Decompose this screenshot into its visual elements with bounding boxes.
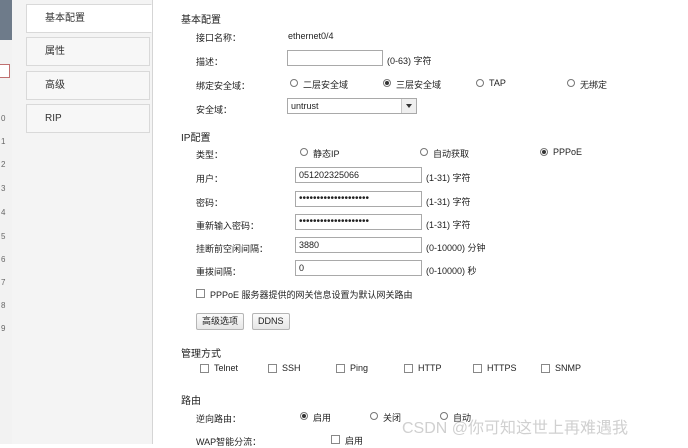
pppoe-password-confirm-input[interactable]: •••••••••••••••••••• (295, 214, 422, 230)
radio-layer2-zone[interactable] (290, 79, 298, 87)
radio-pppoe-label: PPPoE (553, 147, 583, 157)
section-title-route: 路由 (181, 396, 201, 407)
radio-reverse-route-off-label: 关闭 (383, 413, 402, 423)
radio-layer2-zone-label: 二层安全域 (303, 80, 349, 90)
gutter-top-bar (0, 0, 12, 40)
radio-layer3-zone-label: 三层安全域 (396, 80, 442, 90)
radio-tap-label: TAP (489, 78, 506, 88)
security-zone-select[interactable]: untrust (287, 98, 417, 114)
pppoe-user-label: 用户： (196, 174, 224, 184)
default-route-label: PPPoE 服务器提供的网关信息设置为默认网关路由 (210, 290, 413, 300)
idle-interval-label: 挂断前空闲间隔： (196, 244, 269, 254)
radio-layer3-zone[interactable] (383, 79, 391, 87)
redial-interval-hint: (0-10000) 秒 (426, 266, 477, 276)
pppoe-password-input[interactable]: •••••••••••••••••••• (295, 191, 422, 207)
radio-reverse-route-enable-label: 启用 (313, 413, 332, 423)
line-number: 2 (1, 160, 6, 169)
line-number: 4 (1, 208, 6, 217)
section-title-management: 管理方式 (181, 349, 221, 360)
sidebar-item-rip[interactable]: RIP (26, 104, 150, 133)
reverse-route-label: 逆向路由： (196, 414, 242, 424)
pppoe-password-confirm-hint: (1-31) 字符 (426, 220, 471, 230)
ip-type-label: 类型： (196, 150, 224, 160)
radio-no-binding-label: 无绑定 (580, 80, 608, 90)
mgmt-ssh-checkbox[interactable] (268, 364, 277, 373)
mgmt-https-checkbox[interactable] (473, 364, 482, 373)
wap-split-checkbox[interactable] (331, 435, 340, 444)
interface-name-value: ethernet0/4 (288, 31, 334, 41)
mgmt-http-checkbox[interactable] (404, 364, 413, 373)
zone-binding-label: 绑定安全域： (196, 81, 251, 91)
security-zone-value: untrust (291, 101, 319, 111)
radio-dhcp[interactable] (420, 148, 428, 156)
line-number: 1 (1, 137, 6, 146)
watermark-text: CSDN @你可知这世上再难遇我 (402, 420, 629, 437)
sidebar-item-properties[interactable]: 属性 (26, 37, 150, 66)
radio-tap[interactable] (476, 79, 484, 87)
section-title-ip: IP配置 (181, 133, 211, 144)
mgmt-telnet-label: Telnet (214, 363, 239, 373)
line-number: 3 (1, 184, 6, 193)
section-title-basic: 基本配置 (181, 15, 221, 26)
line-number: 9 (1, 324, 6, 333)
interface-name-label: 接口名称： (196, 33, 242, 43)
advanced-options-button[interactable]: 高级选项 (196, 313, 245, 330)
redial-interval-label: 重拨间隔： (196, 267, 242, 277)
pppoe-password-confirm-label: 重新输入密码： (196, 221, 260, 231)
description-input[interactable] (287, 50, 383, 66)
mgmt-https-label: HTTPS (487, 363, 517, 373)
radio-static-ip-label: 静态IP (313, 149, 340, 159)
security-zone-label: 安全域： (196, 105, 233, 115)
radio-no-binding[interactable] (567, 79, 575, 87)
redial-interval-input[interactable]: 0 (295, 260, 422, 276)
mgmt-ssh-label: SSH (282, 363, 301, 373)
mgmt-snmp-label: SNMP (555, 363, 582, 373)
line-number: 8 (1, 301, 6, 310)
pppoe-user-input[interactable]: 051202325066 (295, 167, 422, 183)
radio-pppoe[interactable] (540, 148, 548, 156)
sidebar: 基本配置 属性 高级 RIP (12, 0, 153, 444)
mgmt-ping-label: Ping (350, 363, 369, 373)
mgmt-snmp-checkbox[interactable] (541, 364, 550, 373)
ddns-button[interactable]: DDNS (252, 313, 290, 330)
line-number: 7 (1, 278, 6, 287)
radio-reverse-route-off[interactable] (370, 412, 378, 420)
wap-split-label: WAP智能分流： (196, 437, 262, 447)
radio-reverse-route-enable[interactable] (300, 412, 308, 420)
gutter-marker (0, 64, 10, 78)
line-number: 0 (1, 114, 6, 123)
mgmt-http-label: HTTP (418, 363, 442, 373)
pppoe-password-label: 密码： (196, 198, 224, 208)
default-route-checkbox[interactable] (196, 289, 205, 298)
radio-dhcp-label: 自动获取 (433, 149, 470, 159)
line-number: 6 (1, 255, 6, 264)
description-label: 描述： (196, 57, 224, 67)
idle-interval-input[interactable]: 3880 (295, 237, 422, 253)
sidebar-item-basic-config[interactable]: 基本配置 (26, 4, 152, 33)
chevron-down-icon[interactable] (401, 99, 416, 113)
pppoe-password-hint: (1-31) 字符 (426, 197, 471, 207)
line-number: 5 (1, 232, 6, 241)
mgmt-telnet-checkbox[interactable] (200, 364, 209, 373)
wap-split-option-label: 启用 (345, 436, 364, 446)
idle-interval-hint: (0-10000) 分钟 (426, 243, 486, 253)
radio-static-ip[interactable] (300, 148, 308, 156)
description-hint: (0-63) 字符 (387, 56, 432, 66)
sidebar-item-advanced[interactable]: 高级 (26, 71, 150, 100)
mgmt-ping-checkbox[interactable] (336, 364, 345, 373)
pppoe-user-hint: (1-31) 字符 (426, 173, 471, 183)
